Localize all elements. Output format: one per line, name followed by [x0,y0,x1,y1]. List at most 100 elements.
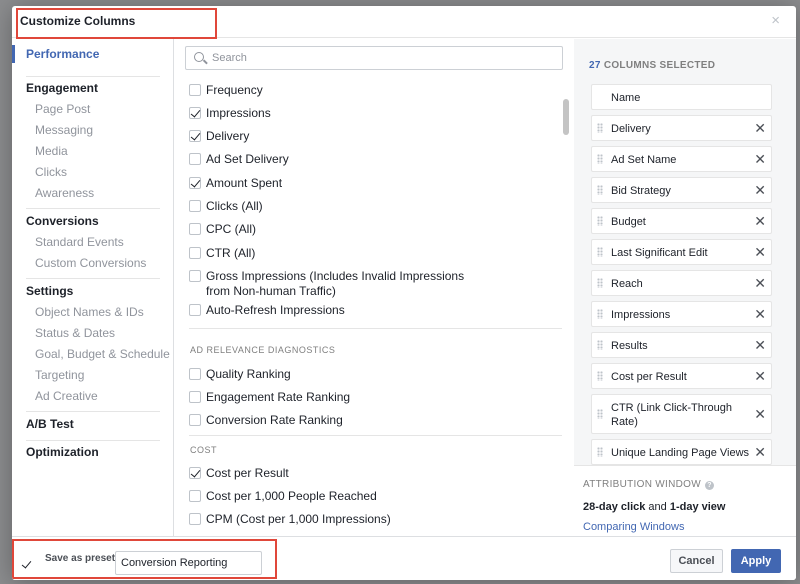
selected-column-budget[interactable]: Budget ✕ [591,208,772,234]
checkbox[interactable] [189,223,201,235]
drag-handle-icon[interactable] [597,278,603,288]
selected-column-bid-strategy[interactable]: Bid Strategy ✕ [591,177,772,203]
options-scrollbar[interactable] [563,99,569,135]
remove-icon[interactable]: ✕ [754,306,766,322]
drag-handle-icon[interactable] [597,154,603,164]
selected-column-results[interactable]: Results ✕ [591,332,772,358]
section-heading-ad-relevance: AD RELEVANCE DIAGNOSTICS [190,345,336,355]
selected-column-cost-per-result[interactable]: Cost per Result ✕ [591,363,772,389]
nav-item-ad-creative[interactable]: Ad Creative [35,389,98,403]
attribution-window: ATTRIBUTION WINDOW? 28-day click and 1-d… [574,465,796,536]
close-icon[interactable]: × [771,12,780,29]
selected-column-label: Unique Landing Page Views [611,447,750,459]
selected-column-ctr-link-click-through-rate[interactable]: CTR (Link Click-Through Rate) ✕ [591,394,772,434]
checkbox[interactable] [189,467,201,479]
checkbox[interactable] [189,304,201,316]
nav-divider [26,208,160,209]
remove-icon[interactable]: ✕ [754,275,766,291]
nav-item-settings[interactable]: Settings [26,284,73,298]
save-preset-checkbox[interactable] [21,559,33,571]
drag-handle-icon[interactable] [597,447,603,457]
apply-button[interactable]: Apply [731,549,781,573]
checkbox[interactable] [189,368,201,380]
selected-column-ad-set-name[interactable]: Ad Set Name ✕ [591,146,772,172]
drag-handle-icon[interactable] [597,309,603,319]
nav-selected-indicator [12,45,15,63]
selected-column-unique-landing-page-views[interactable]: Unique Landing Page Views ✕ [591,439,772,465]
remove-icon[interactable]: ✕ [754,120,766,136]
remove-icon[interactable]: ✕ [754,244,766,260]
nav-item-page-post[interactable]: Page Post [35,102,90,116]
drag-handle-icon[interactable] [597,340,603,350]
search-icon [194,52,204,62]
nav-item-messaging[interactable]: Messaging [35,123,93,137]
search-box[interactable] [185,46,563,70]
nav-item-conversions[interactable]: Conversions [26,214,99,228]
remove-icon[interactable]: ✕ [754,182,766,198]
drag-handle-icon[interactable] [597,216,603,226]
nav-item-targeting[interactable]: Targeting [35,368,84,382]
drag-handle-icon[interactable] [597,123,603,133]
option-label: Conversion Rate Ranking [206,413,343,427]
nav-item-clicks[interactable]: Clicks [35,165,67,179]
save-preset-label: Save as preset [45,553,116,564]
selected-column-reach[interactable]: Reach ✕ [591,270,772,296]
checkbox[interactable] [189,107,201,119]
checkbox[interactable] [189,414,201,426]
remove-icon[interactable]: ✕ [754,406,766,422]
nav-item-object-names-ids[interactable]: Object Names & IDs [35,305,144,319]
remove-icon[interactable]: ✕ [754,337,766,353]
checkbox[interactable] [189,200,201,212]
nav-item-status-dates[interactable]: Status & Dates [35,326,115,340]
selected-column-label: Reach [611,278,643,290]
checkbox[interactable] [189,130,201,142]
nav-item-custom-conversions[interactable]: Custom Conversions [35,256,146,270]
checkbox[interactable] [189,247,201,259]
nav-item-engagement[interactable]: Engagement [26,81,98,95]
option-label: CPC (All) [206,222,256,236]
remove-icon[interactable]: ✕ [754,151,766,167]
nav-item-awareness[interactable]: Awareness [35,186,94,200]
option-label: Delivery [206,129,250,143]
option-label: Frequency [206,83,263,97]
checkbox[interactable] [189,84,201,96]
selected-column-label: Ad Set Name [611,154,677,166]
checkbox[interactable] [189,391,201,403]
info-icon[interactable]: ? [704,481,714,490]
comparing-windows-link[interactable]: Comparing Windows [583,521,684,533]
remove-icon[interactable]: ✕ [754,368,766,384]
cancel-button[interactable]: Cancel [670,549,723,573]
checkbox[interactable] [189,490,201,502]
checkbox[interactable] [189,513,201,525]
nav-item-a-b-test[interactable]: A/B Test [26,417,74,431]
nav-item-optimization[interactable]: Optimization [26,445,99,459]
drag-handle-icon[interactable] [597,185,603,195]
selected-column-label: CTR (Link Click-Through Rate) [611,402,733,428]
remove-icon[interactable]: ✕ [754,444,766,460]
nav-divider [26,440,160,441]
checkbox[interactable] [189,153,201,165]
remove-icon[interactable]: ✕ [754,213,766,229]
option-label: Ad Set Delivery [206,152,289,166]
selected-column-delivery[interactable]: Delivery ✕ [591,115,772,141]
drag-handle-icon[interactable] [597,371,603,381]
search-input[interactable] [212,49,552,67]
option-label: Auto-Refresh Impressions [206,303,345,317]
selected-column-impressions[interactable]: Impressions ✕ [591,301,772,327]
selected-column-label: Delivery [611,123,651,135]
selected-column-name[interactable]: Name [591,84,772,110]
attribution-setting: 28-day click and 1-day view [583,501,726,513]
selected-column-last-significant-edit[interactable]: Last Significant Edit ✕ [591,239,772,265]
checkbox[interactable] [189,177,201,189]
drag-handle-icon[interactable] [597,409,603,419]
section-divider [189,328,562,329]
nav-item-media[interactable]: Media [35,144,68,158]
nav-item-performance[interactable]: Performance [26,47,99,61]
drag-handle-icon[interactable] [597,247,603,257]
nav-divider [26,411,160,412]
selected-column-label: Name [611,92,641,104]
checkbox[interactable] [189,270,201,282]
nav-item-standard-events[interactable]: Standard Events [35,235,124,249]
preset-name-input[interactable] [115,551,262,575]
nav-item-goal-budget-schedule[interactable]: Goal, Budget & Schedule [35,347,170,361]
